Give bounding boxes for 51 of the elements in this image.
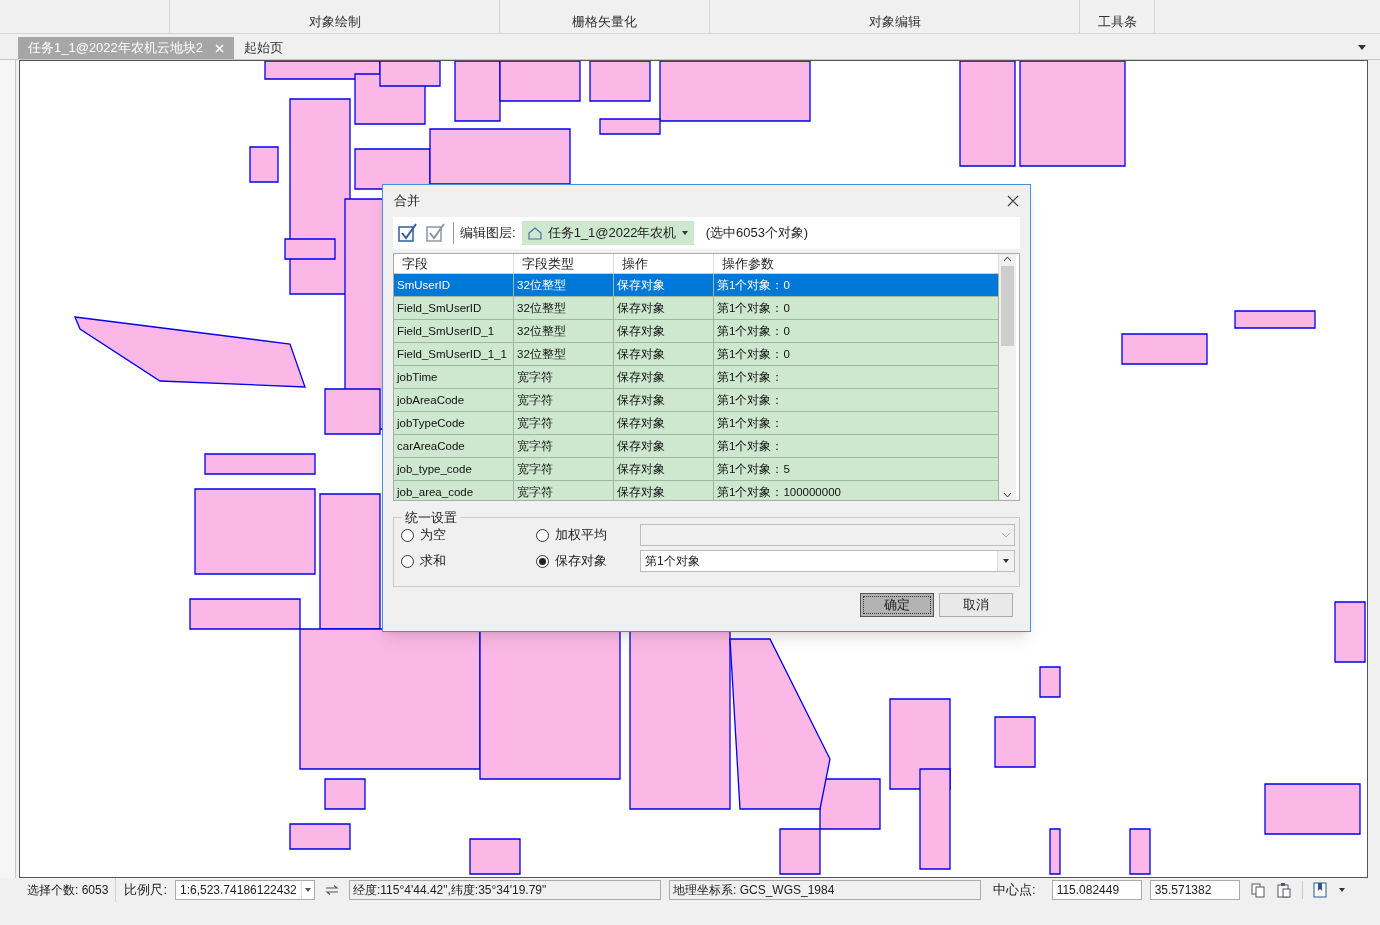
bookmark-icon[interactable] (1312, 882, 1327, 898)
radio-button[interactable]: 加权平均 (536, 524, 640, 546)
dropdown-caret-icon[interactable] (1358, 45, 1366, 50)
ribbon-group-label: 对象编辑 (868, 12, 921, 31)
center-y-field[interactable]: 35.571382 (1149, 880, 1240, 900)
table-row[interactable]: jobTypeCode 宽字符 保存对象 第1个对象： (394, 412, 999, 435)
caret-icon[interactable] (1003, 559, 1009, 563)
scale-label: 比例尺: (123, 881, 168, 900)
table-row[interactable]: job_area_code 宽字符 保存对象 第1个对象：100000000 (394, 481, 999, 500)
radio-button[interactable]: 求和 (401, 550, 536, 572)
caret-icon[interactable] (1338, 888, 1345, 892)
scroll-up-icon[interactable] (1003, 256, 1012, 262)
layer-dropdown[interactable]: 任务1_1@2022年农机 (521, 221, 694, 245)
swap-icon[interactable] (325, 885, 339, 895)
column-header[interactable]: 操作 (614, 254, 714, 273)
select-all-icon[interactable] (397, 222, 419, 244)
select-none-icon[interactable] (425, 222, 447, 244)
dialog-title: 合并 (394, 192, 420, 211)
layer-label: 编辑图层: (460, 224, 516, 243)
selection-info: (选中6053个对象) (705, 224, 809, 243)
dialog-button[interactable]: 确定 (860, 593, 934, 617)
table-row[interactable]: jobAreaCode 宽字符 保存对象 第1个对象： (394, 389, 999, 412)
column-header[interactable]: 字段类型 (514, 254, 614, 273)
table-row[interactable]: Field_SmUserID_1 32位整型 保存对象 第1个对象：0 (394, 320, 999, 343)
ribbon-group-label: 工具条 (1097, 12, 1137, 31)
table-row[interactable]: SmUserID 32位整型 保存对象 第1个对象：0 (394, 274, 999, 297)
document-tab[interactable]: 起始页 (234, 37, 294, 59)
table-row[interactable]: Field_SmUserID_1_1 32位整型 保存对象 第1个对象：0 (394, 343, 999, 366)
copy-icon[interactable] (1249, 882, 1266, 898)
house-icon (527, 226, 542, 240)
scrollbar[interactable] (999, 254, 1016, 500)
scale-dropdown[interactable]: 1:6,523.74186122432 (175, 880, 315, 900)
table-row[interactable]: carAreaCode 宽字符 保存对象 第1个对象： (394, 435, 999, 458)
ribbon-group-label: 对象绘制 (308, 12, 361, 31)
close-icon[interactable] (1007, 195, 1019, 207)
column-header[interactable]: 字段 (394, 254, 514, 273)
coordinates-field: 经度:115°4'44.42",纬度:35°34'19.79" (349, 880, 661, 900)
crs-field: 地理坐标系: GCS_WGS_1984 (669, 880, 981, 900)
selection-count: 选择个数: 6053 (20, 878, 117, 902)
caret-icon[interactable] (304, 888, 311, 892)
scroll-down-icon[interactable] (1003, 492, 1012, 498)
radio-button[interactable]: 保存对象 (536, 550, 640, 572)
center-x-field[interactable]: 115.082449 (1051, 880, 1142, 900)
table-row[interactable]: Field_SmUserID 32位整型 保存对象 第1个对象：0 (394, 297, 999, 320)
center-label: 中心点: (993, 881, 1036, 900)
dialog-button[interactable]: 取消 (939, 593, 1013, 617)
dropdown[interactable]: 第1个对象 (640, 550, 1015, 572)
paste-icon[interactable] (1275, 882, 1292, 898)
ribbon-group-label: 栅格矢量化 (572, 12, 637, 31)
table-row[interactable]: job_type_code 宽字符 保存对象 第1个对象：5 (394, 458, 999, 481)
table-row[interactable]: jobTime 宽字符 保存对象 第1个对象： (394, 366, 999, 389)
